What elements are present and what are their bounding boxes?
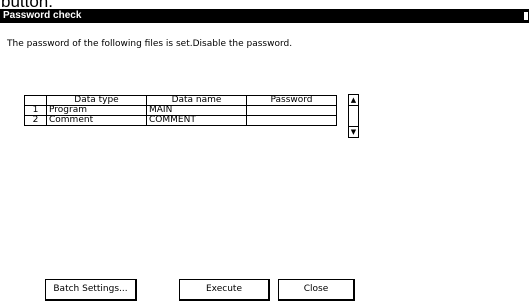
- password-cell[interactable]: [246, 105, 337, 116]
- table-row[interactable]: 1 Program MAIN: [24, 105, 337, 116]
- row-number: 1: [24, 105, 47, 116]
- header-password: Password: [246, 95, 337, 106]
- batch-settings-button[interactable]: Batch Settings...: [45, 279, 137, 301]
- triangle-down-icon: ▼: [350, 127, 357, 136]
- data-name-cell: MAIN: [146, 105, 247, 116]
- header-data-name: Data name: [146, 95, 247, 106]
- password-table: Data type Data name Password 1 Program M…: [24, 95, 337, 126]
- scroll-down-button[interactable]: ▼: [349, 126, 358, 137]
- dialog-title: Password check: [3, 10, 82, 21]
- data-type-cell: Program: [46, 105, 147, 116]
- data-type-cell: Comment: [46, 115, 147, 126]
- table-header-row: Data type Data name Password: [24, 95, 337, 106]
- execute-button[interactable]: Execute: [179, 279, 270, 301]
- triangle-up-icon: ▲: [350, 95, 357, 104]
- row-number: 2: [24, 115, 47, 126]
- password-check-dialog: Password check The password of the follo…: [0, 9, 529, 301]
- close-button[interactable]: Close: [278, 279, 355, 301]
- dialog-message: The password of the following files is s…: [7, 39, 293, 49]
- password-cell[interactable]: [246, 115, 337, 126]
- dialog-titlebar: Password check: [0, 9, 529, 23]
- data-name-cell: COMMENT: [146, 115, 247, 126]
- header-row-number: [24, 95, 47, 106]
- scroll-up-button[interactable]: ▲: [349, 95, 358, 106]
- titlebar-edge-mark: [524, 12, 528, 20]
- table-row[interactable]: 2 Comment COMMENT: [24, 115, 337, 126]
- table-scrollbar[interactable]: ▲ ▼: [348, 94, 359, 138]
- header-data-type: Data type: [46, 95, 147, 106]
